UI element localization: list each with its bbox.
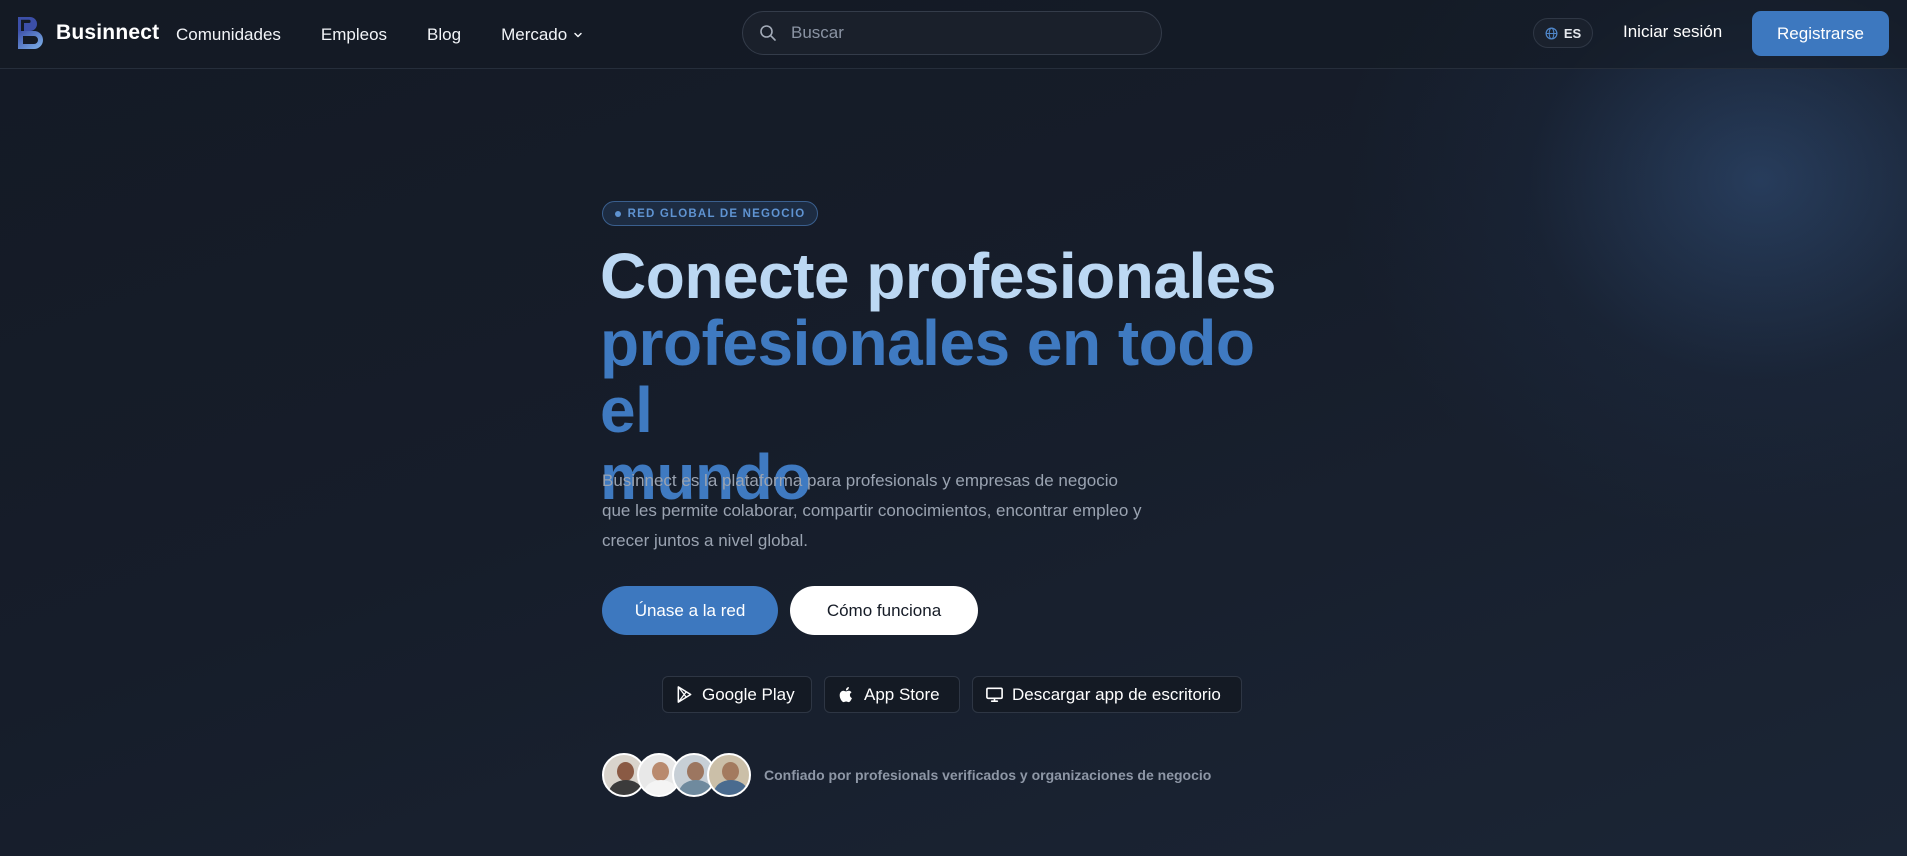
- search-input[interactable]: [791, 23, 1131, 43]
- main-menu: Comunidades Empleos Blog Mercado: [176, 0, 623, 69]
- logo-icon: [18, 17, 43, 49]
- trust-text: Confiado por profesionals verificados y …: [764, 767, 1212, 783]
- hero-description: Businnect es la plataforma para profesio…: [602, 471, 1142, 550]
- app-store-button[interactable]: App Store: [824, 676, 960, 713]
- top-navigation: Businnect Comunidades Empleos Blog Merca…: [0, 0, 1907, 69]
- desktop-app-label: Descargar app de escritorio: [1012, 684, 1221, 704]
- language-code: ES: [1563, 25, 1582, 41]
- search-icon: [760, 25, 776, 41]
- nav-link-mercado-label: Mercado: [501, 24, 568, 44]
- badge-dot-icon: [614, 210, 621, 217]
- headline-line-2: profesionales en todo el: [600, 307, 1255, 446]
- google-play-icon: [677, 686, 692, 703]
- brand-name: Businnect: [56, 21, 160, 44]
- language-selector[interactable]: ES: [1533, 18, 1593, 48]
- hero-badge: RED GLOBAL DE NEGOCIO: [602, 201, 818, 226]
- apple-icon: [839, 686, 852, 703]
- headline-line-1: Conecte profesionales: [600, 240, 1276, 312]
- signup-button[interactable]: Registrarse: [1752, 11, 1889, 56]
- nav-link-comunidades[interactable]: Comunidades: [176, 25, 281, 45]
- nav-link-blog[interactable]: Blog: [427, 25, 461, 45]
- google-play-button[interactable]: Google Play: [662, 676, 812, 713]
- nav-link-mercado[interactable]: Mercado: [501, 25, 583, 45]
- chevron-down-icon: [574, 32, 582, 37]
- brand-logo[interactable]: Businnect: [14, 15, 159, 51]
- search-bar[interactable]: [742, 11, 1162, 55]
- nav-link-empleos[interactable]: Empleos: [321, 25, 387, 45]
- login-link[interactable]: Iniciar sesión: [1623, 22, 1722, 42]
- avatar-group: [602, 753, 751, 797]
- globe-icon: [1545, 27, 1558, 39]
- badge-label: RED GLOBAL DE NEGOCIO: [627, 207, 806, 220]
- desktop-icon: [986, 687, 1003, 702]
- desktop-app-button[interactable]: Descargar app de escritorio: [972, 676, 1242, 713]
- join-network-button[interactable]: Únase a la red: [602, 586, 778, 635]
- app-store-label: App Store: [864, 684, 940, 704]
- how-it-works-button[interactable]: Cómo funciona: [790, 586, 978, 635]
- avatar: [707, 753, 751, 797]
- google-play-label: Google Play: [702, 684, 795, 704]
